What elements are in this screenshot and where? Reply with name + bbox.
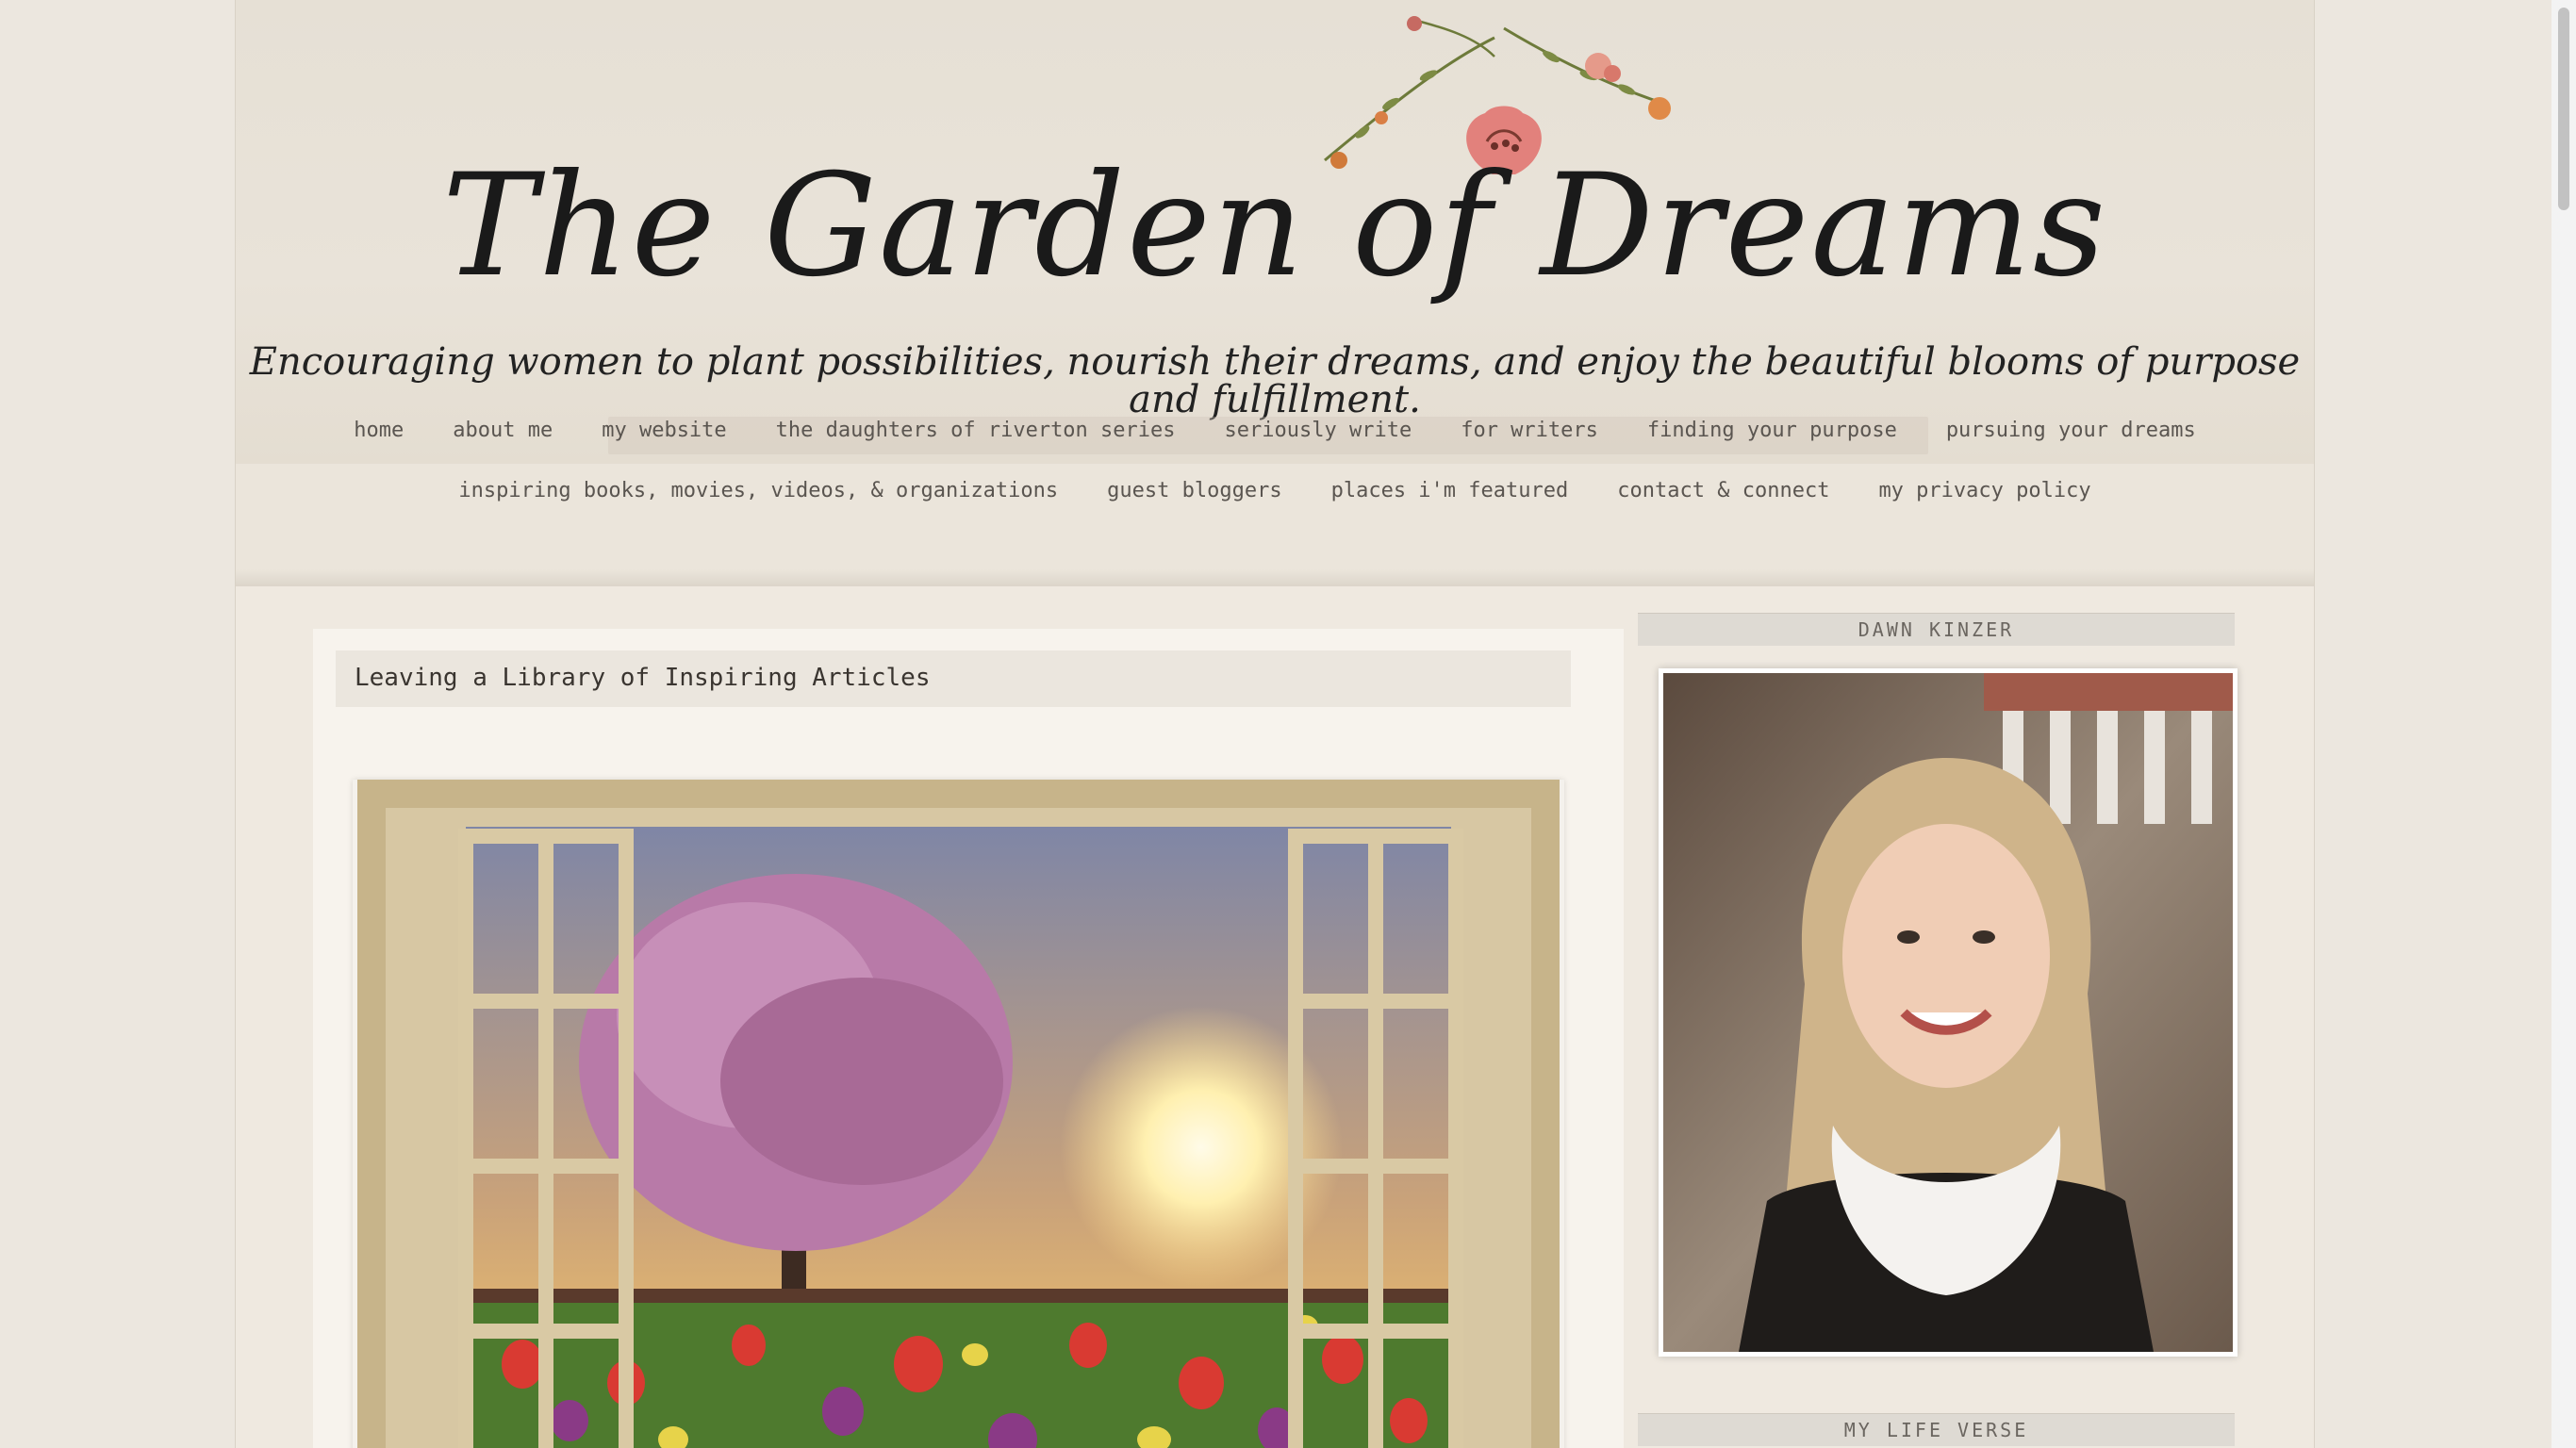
primary-nav: home about me my website the daughters o… — [236, 413, 2314, 447]
nav-item-privacy-policy[interactable]: my privacy policy — [1854, 479, 2115, 502]
main-post-column: Leaving a Library of Inspiring Articles — [313, 629, 1624, 1448]
site-title[interactable]: The Garden of Dreams — [236, 156, 2314, 297]
post-title-bar: Leaving a Library of Inspiring Articles — [336, 650, 1571, 707]
nav-item-finding-your-purpose[interactable]: finding your purpose — [1623, 419, 1922, 442]
page-scrollbar[interactable] — [2551, 0, 2576, 1448]
nav-item-guest-bloggers[interactable]: guest bloggers — [1082, 479, 1306, 502]
author-photo[interactable] — [1663, 673, 2233, 1352]
nav-item-seriously-write[interactable]: seriously write — [1200, 419, 1437, 442]
life-verse-widget-title: MY LIFE VERSE — [1638, 1413, 2235, 1446]
nav-item-inspiring-books[interactable]: inspiring books, movies, videos, & organ… — [434, 479, 1082, 502]
scrollbar-thumb[interactable] — [2558, 8, 2569, 210]
sidebar: DAWN KINZER MY LIFE VERSE — [1638, 613, 2237, 1446]
author-widget-title: DAWN KINZER — [1638, 613, 2235, 646]
nav-item-about-me[interactable]: about me — [428, 419, 577, 442]
nav-item-pursuing-your-dreams[interactable]: pursuing your dreams — [1922, 419, 2221, 442]
site-tagline: Encouraging women to plant possibilities… — [249, 340, 2301, 421]
secondary-nav: inspiring books, movies, videos, & organ… — [236, 473, 2314, 507]
post-title[interactable]: Leaving a Library of Inspiring Articles — [355, 664, 930, 692]
nav-item-places-featured[interactable]: places i'm featured — [1307, 479, 1593, 502]
post-featured-image[interactable] — [353, 780, 1564, 1448]
nav-item-for-writers[interactable]: for writers — [1436, 419, 1623, 442]
nav-item-my-website[interactable]: my website — [577, 419, 751, 442]
nav-item-daughters-of-riverton-series[interactable]: the daughters of riverton series — [751, 419, 1200, 442]
author-photo-frame — [1659, 668, 2237, 1357]
site-header: The Garden of Dreams Encouraging women t… — [236, 0, 2314, 464]
page: The Garden of Dreams Encouraging women t… — [235, 0, 2315, 1448]
nav-item-contact-connect[interactable]: contact & connect — [1593, 479, 1854, 502]
nav-item-home[interactable]: home — [329, 419, 428, 442]
